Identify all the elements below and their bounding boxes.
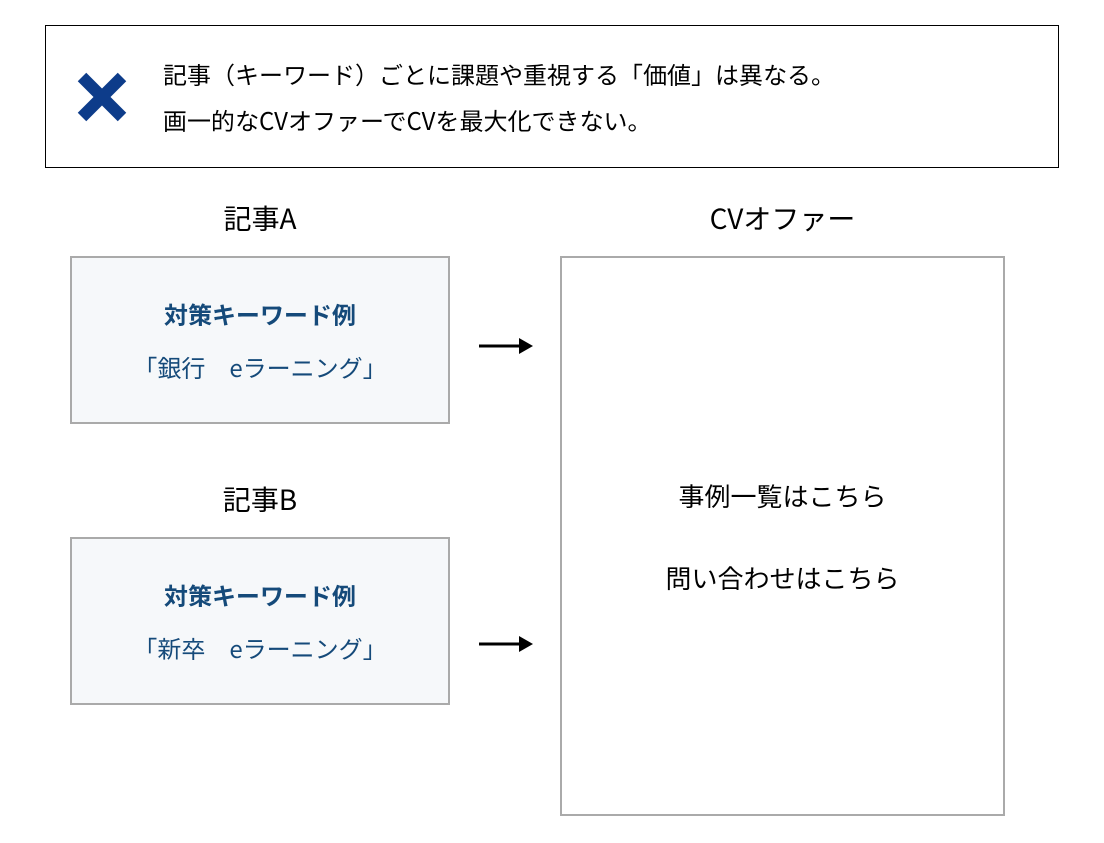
x-icon (76, 71, 128, 123)
article-a-title: 記事A (223, 198, 296, 238)
article-a-block: 記事A 対策キーワード例 「銀行 eラーニング」 (70, 198, 450, 424)
article-a-keyword-box: 対策キーワード例 「銀行 eラーニング」 (70, 256, 450, 424)
cv-offer-title: CVオファー (710, 198, 856, 238)
articles-column: 記事A 対策キーワード例 「銀行 eラーニング」 記事B 対策キーワード例 「新… (70, 198, 450, 705)
callout-line-2: 画一的なCVオファーでCVを最大化できない。 (163, 97, 835, 143)
cv-offer-box: 事例一覧はこちら 問い合わせはこちら (560, 256, 1005, 816)
callout-text: 記事（キーワード）ごとに課題や重視する「価値」は異なる。 画一的なCVオファーで… (163, 51, 835, 142)
article-b-block: 記事B 対策キーワード例 「新卒 eラーニング」 (70, 479, 450, 705)
callout-line-1: 記事（キーワード）ごとに課題や重視する「価値」は異なる。 (163, 51, 835, 97)
cv-offer-column: CVオファー 事例一覧はこちら 問い合わせはこちら (560, 198, 1005, 816)
article-b-keyword-value: 「新卒 eラーニング」 (133, 630, 386, 665)
arrow-a (475, 323, 535, 361)
article-b-title: 記事B (223, 479, 297, 519)
article-b-keyword-box: 対策キーワード例 「新卒 eラーニング」 (70, 537, 450, 705)
cv-offer-line-1: 事例一覧はこちら (678, 477, 886, 514)
callout-box: 記事（キーワード）ごとに課題や重視する「価値」は異なる。 画一的なCVオファーで… (45, 25, 1059, 168)
cv-offer-line-2: 問い合わせはこちら (665, 559, 899, 596)
arrows-column (450, 198, 560, 659)
article-a-keyword-label: 対策キーワード例 (164, 296, 356, 331)
arrow-b (475, 621, 535, 659)
article-b-keyword-label: 対策キーワード例 (164, 577, 356, 612)
article-a-keyword-value: 「銀行 eラーニング」 (133, 349, 386, 384)
diagram: 記事A 対策キーワード例 「銀行 eラーニング」 記事B 対策キーワード例 「新… (45, 198, 1059, 816)
